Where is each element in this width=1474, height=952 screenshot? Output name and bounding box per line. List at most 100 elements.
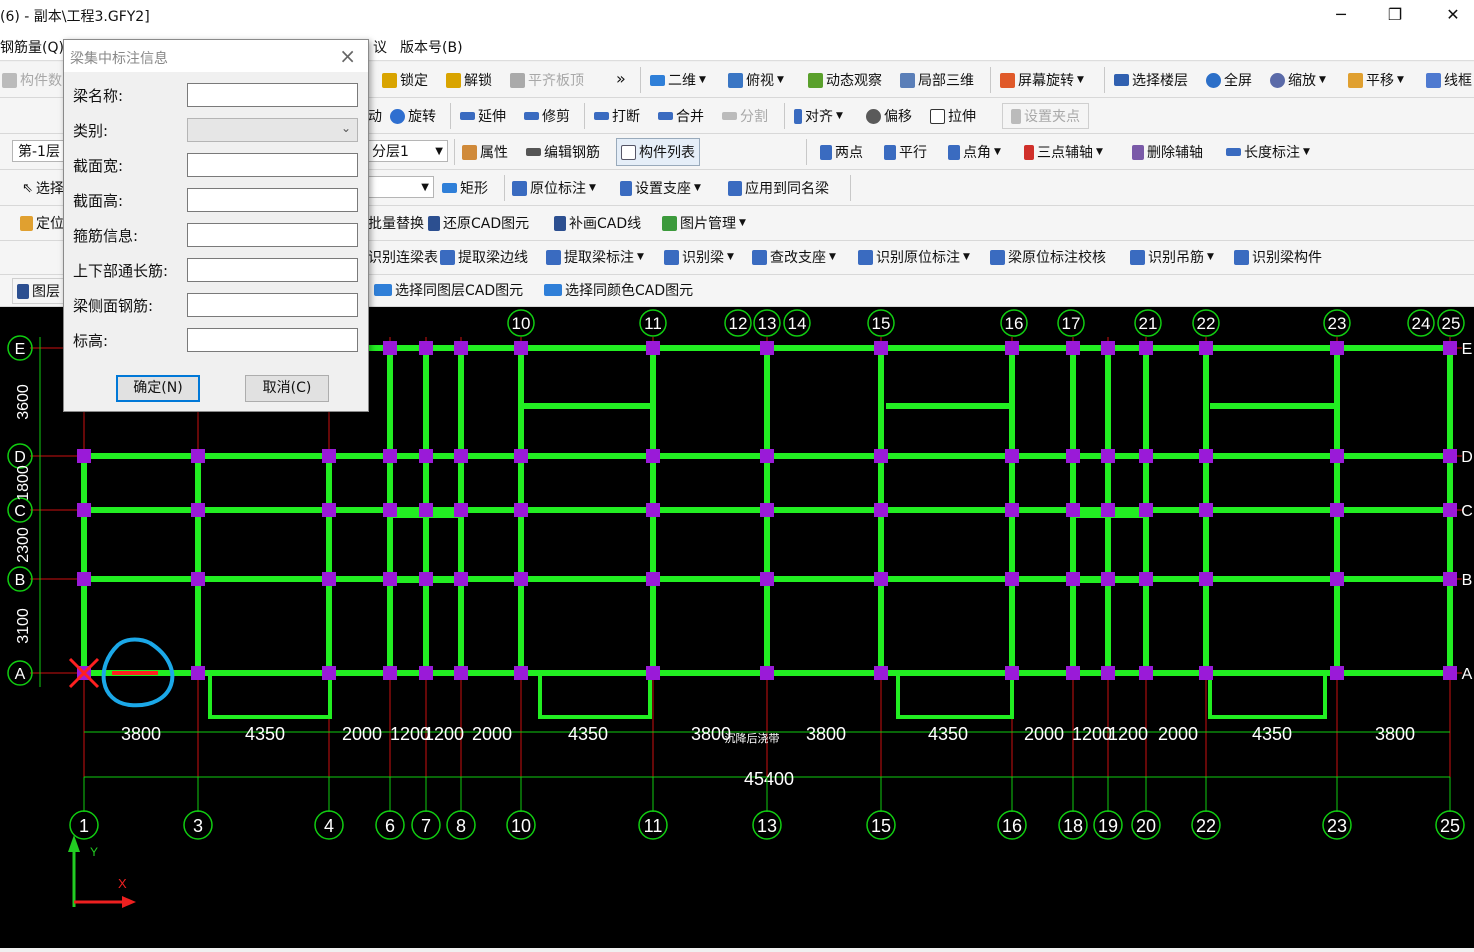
identify-beam-table-button[interactable]: 识别连梁表 bbox=[368, 244, 438, 270]
row-dimension: 3600 bbox=[15, 384, 32, 420]
section-width-input[interactable] bbox=[187, 153, 358, 177]
menu-rebar-quantity[interactable]: 钢筋量(Q) bbox=[0, 37, 64, 57]
through-bar-label: 上下部通长筋: bbox=[73, 262, 169, 280]
delete-aux-axis-button[interactable]: 删除辅轴 bbox=[1132, 139, 1203, 165]
zoom-dropdown[interactable]: 缩放 ▼ bbox=[1270, 67, 1326, 93]
stretch-button[interactable]: 拉伸 bbox=[930, 103, 976, 129]
check-support-dropdown[interactable]: 查改支座 ▼ bbox=[752, 244, 836, 270]
section-height-input[interactable] bbox=[187, 188, 358, 212]
select-same-color-button[interactable]: 选择同颜色CAD图元 bbox=[544, 277, 693, 303]
close-button[interactable]: ✕ bbox=[1430, 3, 1474, 29]
redraw-cad-button[interactable]: 补画CAD线 bbox=[554, 210, 641, 236]
identify-in-situ-dropdown[interactable]: 识别原位标注 ▼ bbox=[858, 244, 970, 270]
column bbox=[1066, 666, 1080, 680]
menu-item-yi[interactable]: 议 bbox=[373, 37, 387, 57]
in-situ-dim-dropdown[interactable]: 原位标注 ▼ bbox=[512, 175, 596, 201]
offset-button[interactable]: 偏移 bbox=[866, 103, 912, 129]
restore-cad-button[interactable]: 还原CAD图元 bbox=[428, 210, 529, 236]
beam-name-input[interactable] bbox=[187, 83, 358, 107]
layer-tab[interactable]: 图层 bbox=[12, 278, 65, 304]
move-button[interactable]: 动 bbox=[368, 103, 382, 129]
trim-icon bbox=[524, 112, 539, 120]
extract-beam-edge-button[interactable]: 提取梁边线 bbox=[440, 244, 528, 270]
stirrup-input[interactable] bbox=[187, 223, 358, 247]
wireframe-button[interactable]: 线框 bbox=[1426, 67, 1472, 93]
identify-hanger-dropdown[interactable]: 识别吊筋 ▼ bbox=[1130, 244, 1214, 270]
flush-icon bbox=[510, 72, 525, 88]
trim-button[interactable]: 修剪 bbox=[524, 103, 570, 129]
cancel-button[interactable]: 取消(C) bbox=[245, 375, 329, 402]
column bbox=[874, 503, 888, 517]
column bbox=[1005, 666, 1019, 680]
select-same-layer-button[interactable]: 选择同图层CAD图元 bbox=[374, 277, 523, 303]
component-data-button[interactable]: 构件数 bbox=[2, 67, 62, 93]
component-list-button[interactable]: 构件列表 bbox=[616, 138, 700, 166]
properties-icon bbox=[462, 144, 477, 160]
properties-button[interactable]: 属性 bbox=[462, 139, 508, 165]
screen-rotate-dropdown[interactable]: 屏幕旋转 ▼ bbox=[1000, 67, 1084, 93]
bottom-dimension: 4350 bbox=[1252, 724, 1292, 744]
column bbox=[383, 666, 397, 680]
bottom-axis-label: 6 bbox=[385, 816, 395, 836]
dynamic-view-button[interactable]: 动态观察 bbox=[808, 67, 882, 93]
column bbox=[514, 572, 528, 586]
identify-beam-dropdown[interactable]: 识别梁 ▼ bbox=[664, 244, 734, 270]
unlock-button[interactable]: 解锁 bbox=[446, 67, 492, 93]
batch-replace-button[interactable]: 批量替换 bbox=[368, 210, 424, 236]
top-axis-label: 25 bbox=[1442, 314, 1461, 333]
select-floor-button[interactable]: 选择楼层 bbox=[1114, 67, 1188, 93]
section-height-label: 截面高: bbox=[73, 192, 124, 210]
column bbox=[1101, 572, 1115, 586]
local-3d-button[interactable]: 局部三维 bbox=[900, 67, 974, 93]
dialog-close-icon[interactable]: × bbox=[339, 44, 356, 68]
top-view-dropdown[interactable]: 俯视 ▼ bbox=[728, 67, 784, 93]
through-bar-input[interactable] bbox=[187, 258, 358, 282]
check-in-situ-button[interactable]: 梁原位标注校核 bbox=[990, 244, 1106, 270]
set-support-dropdown[interactable]: 设置支座 ▼ bbox=[620, 175, 701, 201]
category-select[interactable]: ⌄ bbox=[187, 118, 358, 142]
image-icon bbox=[662, 215, 677, 231]
ok-button[interactable]: 确定(N) bbox=[116, 375, 200, 402]
floor-select[interactable]: 第-1层 bbox=[12, 140, 64, 162]
top-axis-label: 13 bbox=[758, 314, 777, 333]
length-dim-dropdown[interactable]: 长度标注 ▼ bbox=[1226, 139, 1310, 165]
split-button[interactable]: 分割 bbox=[722, 103, 768, 129]
point-angle-dropdown[interactable]: 点角 ▼ bbox=[948, 139, 1001, 165]
column bbox=[1330, 572, 1344, 586]
three-point-axis-dropdown[interactable]: 三点辅轴 ▼ bbox=[1024, 139, 1103, 165]
more-button[interactable]: » bbox=[616, 65, 626, 91]
elevation-input[interactable] bbox=[187, 328, 358, 352]
two-points-button[interactable]: 两点 bbox=[820, 139, 863, 165]
minimize-button[interactable]: ─ bbox=[1318, 3, 1364, 29]
image-mgmt-dropdown[interactable]: 图片管理 ▼ bbox=[662, 210, 746, 236]
break-button[interactable]: 打断 bbox=[594, 103, 640, 129]
apply-same-name-button[interactable]: 应用到同名梁 bbox=[728, 175, 829, 201]
layer-select[interactable]: 分层1 ▼ bbox=[366, 140, 448, 162]
merge-button[interactable]: 合并 bbox=[658, 103, 704, 129]
flush-slab-top-button[interactable]: 平齐板顶 bbox=[510, 67, 584, 93]
align-dropdown[interactable]: 对齐 ▼ bbox=[794, 103, 843, 129]
lock-button[interactable]: 锁定 bbox=[382, 67, 428, 93]
set-grip-button[interactable]: 设置夹点 bbox=[1002, 103, 1089, 129]
maximize-button[interactable]: ❐ bbox=[1372, 3, 1418, 29]
separator bbox=[806, 139, 807, 165]
column bbox=[1443, 572, 1457, 586]
parallel-icon bbox=[884, 144, 896, 160]
identify-beam-member-button[interactable]: 识别梁构件 bbox=[1234, 244, 1322, 270]
edit-rebar-button[interactable]: 编辑钢筋 bbox=[526, 139, 600, 165]
pan-dropdown[interactable]: 平移 ▼ bbox=[1348, 67, 1404, 93]
view-2d-dropdown[interactable]: 二维 ▼ bbox=[650, 67, 706, 93]
side-bar-input[interactable] bbox=[187, 293, 358, 317]
select-button[interactable]: ⇖ 选择 bbox=[22, 175, 64, 201]
extract-beam-dim-dropdown[interactable]: 提取梁标注 ▼ bbox=[546, 244, 644, 270]
locate-button[interactable]: 定位 bbox=[20, 210, 64, 236]
bottom-axis-label: 11 bbox=[644, 816, 663, 836]
menu-version[interactable]: 版本号(B) bbox=[400, 37, 463, 57]
extend-button[interactable]: 延伸 bbox=[460, 103, 506, 129]
extend-icon bbox=[460, 112, 475, 120]
rotate-button[interactable]: 旋转 bbox=[390, 103, 436, 129]
draw-mode-select[interactable]: ▼ bbox=[366, 176, 434, 198]
full-screen-button[interactable]: 全屏 bbox=[1206, 67, 1252, 93]
rectangle-button[interactable]: 矩形 bbox=[442, 175, 488, 201]
parallel-button[interactable]: 平行 bbox=[884, 139, 927, 165]
